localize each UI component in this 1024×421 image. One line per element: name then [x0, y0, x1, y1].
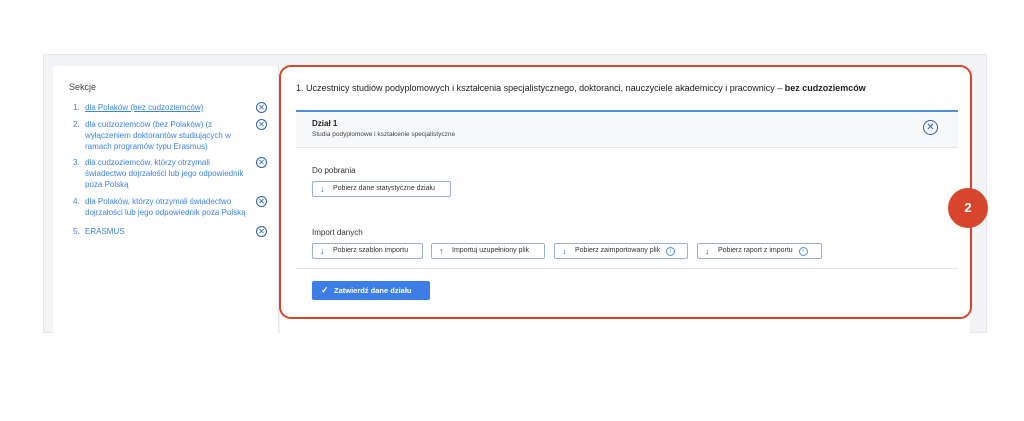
remove-section-icon[interactable]: ✕ [256, 196, 267, 207]
step-badge: 2 [948, 188, 988, 228]
sidebar-item-polacy-swiadectwo[interactable]: 4. dla Polaków, którzy otrzymali świadec… [73, 196, 263, 217]
sidebar-item-label: dla Polaków (bez cudzoziemców) [85, 103, 204, 112]
sidebar-item-label: ERASMUS [85, 227, 125, 236]
remove-section-icon[interactable]: ✕ [256, 226, 267, 237]
sidebar-item-polacy[interactable]: 1. dla Polaków (bez cudzoziemców) [73, 102, 263, 113]
sidebar-item-erasmus[interactable]: 5. ERASMUS [73, 226, 263, 237]
sidebar-item-cudzoziemcy[interactable]: 2. dla cudzoziemców (bez Polaków) (z wył… [73, 119, 263, 151]
sidebar-item-number: 2. [73, 120, 80, 129]
sidebar: Sekcje 1. dla Polaków (bez cudzoziemców)… [53, 66, 279, 333]
sidebar-item-number: 3. [73, 158, 80, 167]
remove-section-icon[interactable]: ✕ [256, 119, 267, 130]
remove-section-icon[interactable]: ✕ [256, 157, 267, 168]
sidebar-item-number: 4. [73, 197, 80, 206]
sidebar-item-cudzoziemcy-swiadectwo[interactable]: 3. dla cudzoziemców, którzy otrzymali św… [73, 157, 263, 189]
sidebar-item-label: dla Polaków, którzy otrzymali świadectwo… [85, 197, 246, 217]
sidebar-item-number: 1. [73, 103, 80, 112]
highlight-frame [279, 65, 972, 319]
sidebar-item-number: 5. [73, 227, 80, 236]
sidebar-item-label: dla cudzoziemców, którzy otrzymali świad… [85, 158, 244, 189]
sidebar-item-label: dla cudzoziemców (bez Polaków) (z wyłącz… [85, 120, 231, 151]
sidebar-title: Sekcje [69, 82, 97, 92]
remove-section-icon[interactable]: ✕ [256, 102, 267, 113]
